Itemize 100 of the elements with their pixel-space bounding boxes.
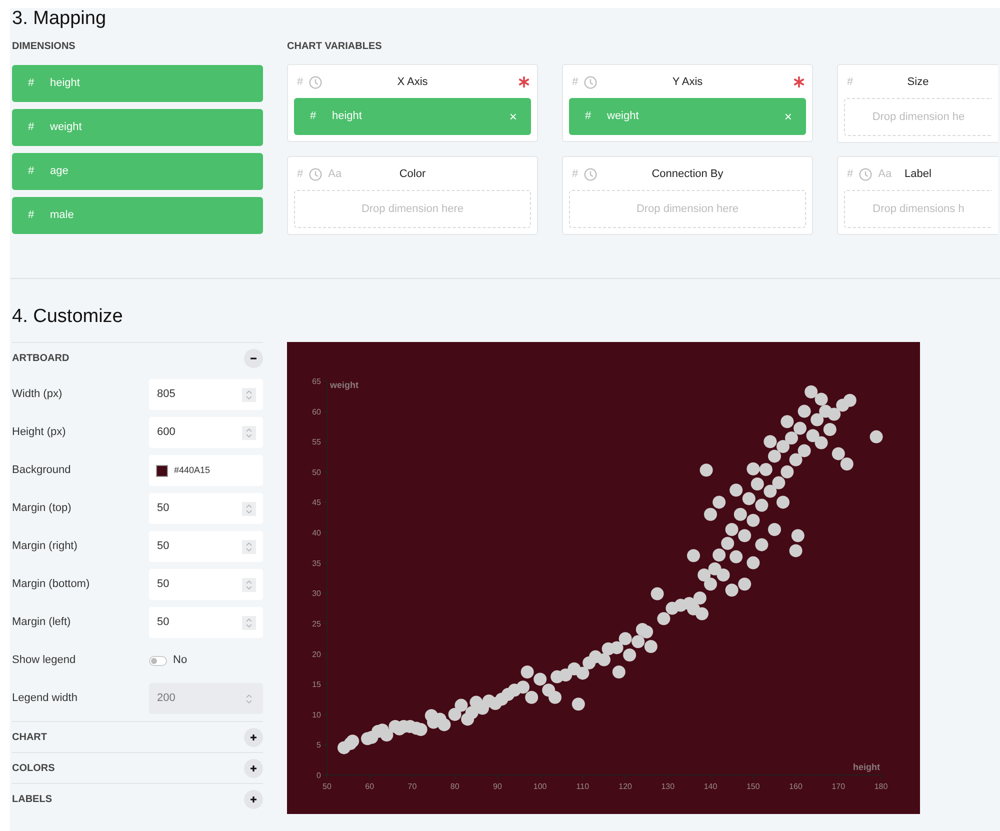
data-point	[823, 423, 836, 436]
data-point	[623, 648, 636, 662]
toggle-switch[interactable]	[149, 656, 167, 666]
tick-label: 25	[312, 619, 321, 628]
data-point	[572, 698, 585, 711]
dimension-chip[interactable]: # weight	[12, 109, 263, 146]
field-label: Legend width	[12, 691, 78, 706]
data-point	[828, 408, 841, 421]
data-point	[559, 668, 572, 682]
data-point	[548, 690, 562, 704]
section-header[interactable]: CHART	[12, 730, 47, 744]
number-input[interactable]: 50	[149, 569, 263, 600]
remove-icon[interactable]: ×	[784, 106, 792, 126]
tick-label: 180	[874, 782, 888, 791]
spinner-icon	[242, 578, 256, 592]
number-type-icon: #	[28, 207, 50, 224]
section-header[interactable]: LABELS	[12, 792, 52, 806]
data-point	[687, 549, 700, 562]
data-point	[870, 430, 883, 444]
clock-icon	[584, 168, 598, 180]
data-point	[840, 458, 854, 470]
data-point	[704, 508, 717, 521]
dimension-chip[interactable]: # height	[12, 65, 263, 102]
tick-label: 150	[746, 782, 760, 791]
spinner-icon	[242, 540, 256, 554]
number-type-icon: #	[28, 75, 50, 92]
data-point	[759, 463, 772, 476]
section-title: 4. Customize	[12, 307, 123, 327]
number-input[interactable]: 600	[149, 417, 263, 448]
dimension-chip[interactable]: # weight ×	[569, 98, 806, 135]
drop-zone[interactable]: Drop dimension he	[844, 98, 992, 136]
variable-title: Connection By	[652, 166, 724, 182]
data-point	[746, 556, 760, 570]
drop-zone[interactable]: Drop dimension here	[294, 190, 531, 228]
data-point	[755, 498, 768, 512]
tick-label: 90	[493, 782, 502, 791]
number-type-icon: #	[585, 108, 607, 125]
remove-icon[interactable]: ×	[509, 106, 517, 126]
data-point	[791, 529, 804, 542]
tick-label: 80	[450, 782, 460, 791]
drop-zone[interactable]: Drop dimensions h	[844, 190, 992, 228]
data-point	[738, 529, 752, 542]
section-header[interactable]: COLORS	[12, 760, 55, 776]
tick-label: 55	[312, 438, 321, 447]
color-input[interactable]: #440A15	[149, 455, 263, 486]
tick-label: 5	[316, 740, 321, 750]
data-point	[520, 666, 534, 678]
tick-label: 30	[312, 589, 321, 598]
variable-title: Size	[907, 74, 929, 90]
data-point	[700, 464, 713, 477]
clock-icon	[859, 168, 872, 180]
spinner-icon	[242, 616, 256, 630]
tick-label: 70	[408, 782, 417, 791]
tick-label: 160	[789, 782, 802, 791]
data-point	[704, 578, 717, 591]
data-point	[755, 538, 768, 552]
data-point	[776, 496, 790, 509]
type-icon: #	[847, 74, 854, 90]
tick-label: 100	[533, 782, 547, 791]
data-point	[454, 698, 468, 712]
dimension-chip[interactable]: # height ×	[294, 98, 531, 135]
number-input[interactable]: 50	[149, 607, 263, 638]
tick-label: 110	[576, 782, 590, 791]
data-point	[814, 436, 828, 450]
drop-zone[interactable]: Drop dimension here	[569, 190, 806, 228]
data-point	[725, 523, 738, 536]
data-point	[768, 523, 781, 536]
expand-icon[interactable]	[244, 790, 263, 808]
spinner-icon	[242, 426, 256, 440]
data-point	[776, 440, 790, 453]
number-input[interactable]: 50	[149, 531, 263, 562]
dimension-chip[interactable]: # male	[12, 197, 263, 234]
data-point	[780, 415, 794, 428]
spinner-icon	[242, 502, 256, 516]
dimension-name: male	[50, 208, 74, 224]
dimension-name: age	[50, 164, 68, 180]
tick-label: 10	[312, 710, 321, 720]
collapse-icon[interactable]	[244, 348, 263, 368]
expand-icon[interactable]	[244, 728, 263, 746]
section-header[interactable]: ARTBOARD	[12, 350, 70, 366]
data-point	[742, 492, 756, 506]
expand-icon[interactable]	[244, 758, 263, 778]
dimension-chip[interactable]: # age	[12, 153, 263, 190]
data-point	[516, 680, 530, 694]
field-label: Margin (top)	[12, 501, 72, 516]
number-input[interactable]: 50	[149, 493, 263, 524]
data-point	[832, 447, 845, 460]
data-point	[789, 453, 802, 466]
column-label: CHART VARIABLES	[287, 41, 382, 53]
data-point	[798, 444, 811, 458]
data-point	[764, 435, 777, 448]
number-input[interactable]: 805	[149, 379, 263, 410]
dimension-name: height	[332, 109, 363, 124]
type-icon: #	[572, 74, 578, 90]
data-point	[730, 484, 743, 497]
tick-label: 170	[832, 782, 846, 791]
data-point	[804, 385, 818, 398]
axis-title: height	[853, 762, 880, 772]
data-point	[698, 568, 711, 582]
data-point	[794, 422, 806, 435]
